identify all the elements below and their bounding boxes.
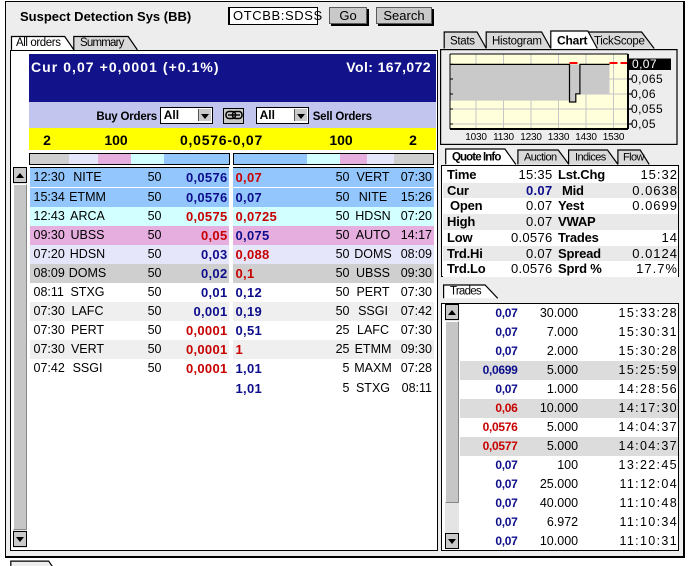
svg-text:0,055: 0,055 (631, 102, 663, 116)
svg-text:Auction: Auction (524, 151, 557, 163)
svg-text:1230: 1230 (520, 132, 542, 143)
svg-text:Flow: Flow (623, 151, 644, 163)
svg-text:1330: 1330 (548, 132, 570, 143)
svg-text:Summary: Summary (80, 37, 125, 49)
svg-text:Indices: Indices (575, 151, 607, 163)
svg-text:Stats: Stats (450, 36, 475, 48)
svg-text:1430: 1430 (575, 132, 597, 143)
svg-text:0,07: 0,07 (632, 57, 657, 71)
svg-text:1030: 1030 (465, 132, 487, 143)
svg-text:Quote Info: Quote Info (452, 151, 501, 163)
svg-text:TickScope: TickScope (594, 36, 645, 48)
svg-text:Histogram: Histogram (492, 36, 542, 48)
svg-text:0,05: 0,05 (631, 117, 656, 131)
svg-text:0,06: 0,06 (631, 87, 656, 101)
svg-text:0,065: 0,065 (631, 72, 663, 86)
svg-text:Chart: Chart (557, 34, 588, 48)
svg-text:1530: 1530 (603, 132, 625, 143)
svg-text:All orders: All orders (16, 37, 61, 49)
svg-text:1130: 1130 (493, 132, 514, 143)
svg-text:Trades: Trades (450, 285, 482, 297)
